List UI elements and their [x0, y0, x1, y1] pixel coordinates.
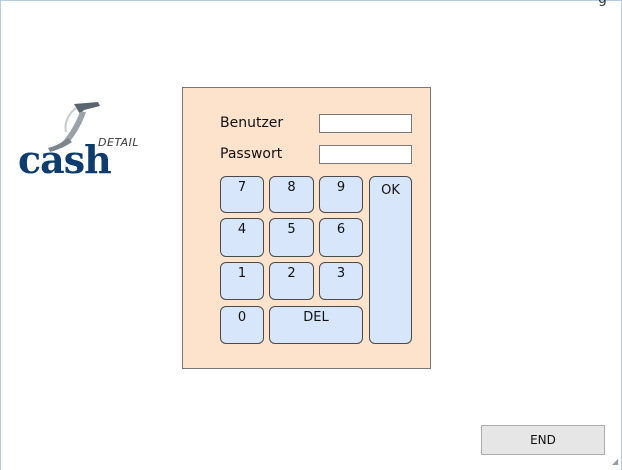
- username-input[interactable]: [319, 114, 412, 133]
- end-button[interactable]: END: [481, 425, 605, 455]
- ok-button[interactable]: OK: [369, 176, 412, 344]
- cash-detail-logo: cash DETAIL: [16, 100, 166, 190]
- logo-wordmark: cash: [18, 137, 112, 182]
- key-4[interactable]: 4: [220, 218, 264, 257]
- key-1[interactable]: 1: [220, 262, 264, 300]
- key-8[interactable]: 8: [269, 176, 314, 213]
- key-9[interactable]: 9: [319, 176, 363, 213]
- key-6[interactable]: 6: [319, 218, 363, 257]
- key-3[interactable]: 3: [319, 262, 363, 300]
- password-label: Passwort: [220, 146, 283, 162]
- username-label: Benutzer: [220, 115, 284, 131]
- password-input[interactable]: [319, 145, 412, 164]
- login-panel: Benutzer Passwort 7 8 9 4 5 6 1 2 3 0 DE…: [182, 87, 431, 369]
- delete-button[interactable]: DEL: [269, 306, 363, 344]
- key-0[interactable]: 0: [220, 306, 264, 344]
- key-2[interactable]: 2: [269, 262, 314, 300]
- key-7[interactable]: 7: [220, 176, 264, 213]
- key-5[interactable]: 5: [269, 218, 314, 257]
- title-fragment: g: [598, 0, 607, 7]
- logo-subtitle: DETAIL: [98, 136, 140, 149]
- resize-grip-icon[interactable]: ◢: [612, 458, 620, 466]
